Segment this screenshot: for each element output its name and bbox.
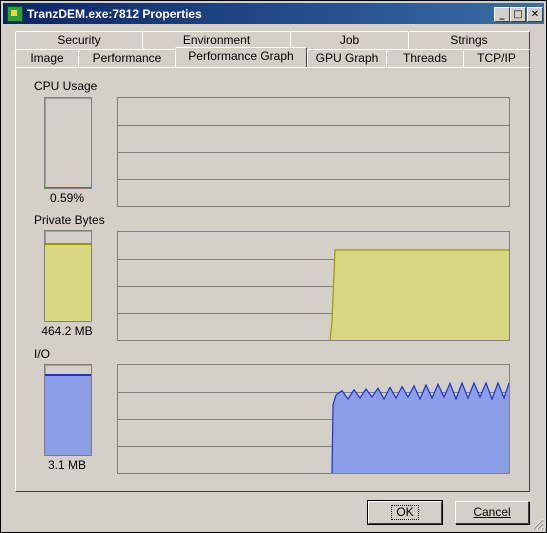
- io-value: 3.1 MB: [47, 458, 86, 472]
- io-meter-fill: [45, 373, 91, 455]
- app-icon: [7, 6, 23, 22]
- cancel-button-label: Cancel: [473, 505, 511, 519]
- cpu-usage-label: CPU Usage: [34, 79, 98, 93]
- private-bytes-value: 464.2 MB: [41, 324, 93, 338]
- io-meter: [44, 364, 92, 456]
- tab-performance-graph[interactable]: Performance Graph: [175, 47, 307, 67]
- cpu-usage-graph-canvas: [118, 125, 509, 180]
- tab-gpu-graph[interactable]: GPU Graph: [307, 49, 387, 67]
- cpu-usage-meter-fill: [45, 187, 91, 188]
- private-bytes-series-area: [330, 250, 509, 340]
- io-graph-canvas: [118, 381, 509, 473]
- title-bar[interactable]: TranzDEM.exe:7812 Properties _ □ ✕: [3, 3, 544, 24]
- minimize-button[interactable]: _: [494, 7, 510, 22]
- maximize-button[interactable]: □: [510, 7, 526, 22]
- properties-window: TranzDEM.exe:7812 Properties _ □ ✕ Secur…: [0, 0, 547, 533]
- tab-strings[interactable]: Strings: [408, 31, 530, 49]
- private-bytes-meter-fill: [45, 242, 91, 321]
- private-bytes-meter: [44, 230, 92, 322]
- private-bytes-label: Private Bytes: [34, 213, 105, 227]
- close-button[interactable]: ✕: [527, 7, 543, 22]
- tab-threads[interactable]: Threads: [386, 49, 464, 67]
- ok-button-label: OK: [391, 505, 419, 520]
- cpu-usage-meter: [44, 97, 92, 189]
- ok-button[interactable]: OK: [367, 500, 443, 525]
- io-label: I/O: [34, 347, 51, 361]
- io-graph: [117, 364, 510, 474]
- tab-job[interactable]: Job: [290, 31, 409, 49]
- cpu-usage-value: 0.59%: [49, 191, 85, 205]
- resize-grip-icon[interactable]: [532, 518, 544, 530]
- private-bytes-graph-canvas: [118, 249, 509, 340]
- tab-tcpip[interactable]: TCP/IP: [463, 49, 530, 67]
- cpu-usage-graph: [117, 97, 510, 207]
- window-title: TranzDEM.exe:7812 Properties: [27, 7, 202, 21]
- tab-security[interactable]: Security: [15, 31, 143, 49]
- private-bytes-graph: [117, 231, 510, 341]
- tab-performance[interactable]: Performance: [78, 49, 176, 67]
- tab-image[interactable]: Image: [15, 49, 79, 67]
- cancel-button[interactable]: Cancel: [455, 501, 529, 524]
